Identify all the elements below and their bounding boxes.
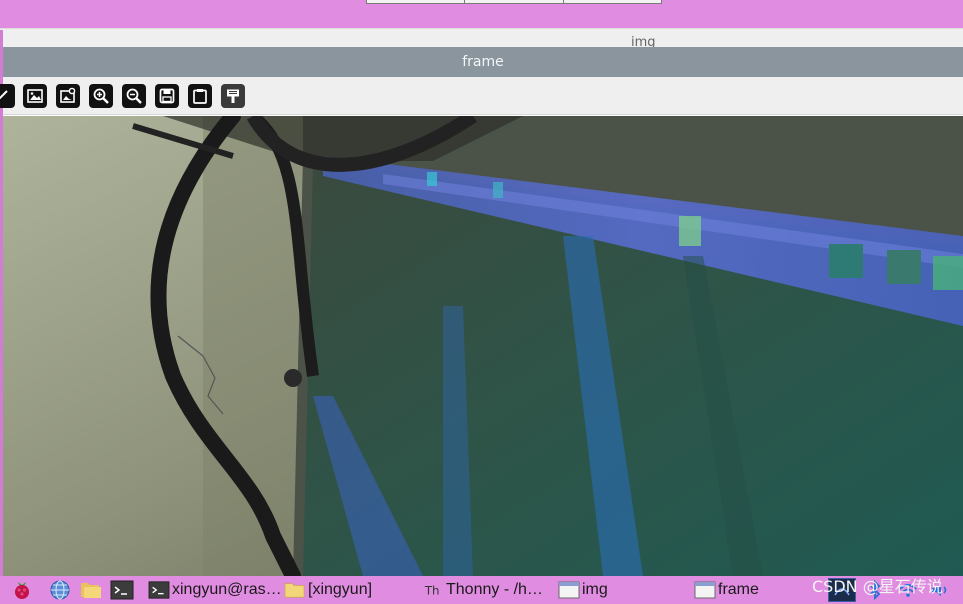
raspberry-menu-icon xyxy=(15,582,29,599)
window-titlebar[interactable]: frame xyxy=(3,47,963,77)
window-icon xyxy=(694,581,716,599)
zoom-out-icon xyxy=(126,88,142,104)
image-button[interactable] xyxy=(23,84,47,108)
pan-button[interactable] xyxy=(0,84,15,108)
save-icon xyxy=(159,88,175,104)
task-file-manager[interactable]: [xingyun] xyxy=(284,576,372,604)
camera-frame-image[interactable] xyxy=(3,116,963,576)
svg-text:Th: Th xyxy=(424,584,440,598)
web-browser-icon xyxy=(50,580,70,600)
task-frame-window[interactable]: frame xyxy=(694,576,759,604)
camera-photo xyxy=(3,116,963,576)
watermark-text: CSDN @星石传说 xyxy=(812,577,943,596)
task-img-label: img xyxy=(582,581,608,598)
zoom-out-button[interactable] xyxy=(122,84,146,108)
properties-button[interactable] xyxy=(221,84,245,108)
pan-icon xyxy=(0,90,8,100)
window-title: frame xyxy=(462,54,504,70)
terminal-launcher-button[interactable] xyxy=(109,578,135,602)
background-window-tabs xyxy=(366,0,662,4)
save-button[interactable] xyxy=(155,84,179,108)
task-terminal-label: xingyun@ras… xyxy=(172,581,282,598)
task-file-manager-label: [xingyun] xyxy=(308,581,373,598)
clipboard-icon xyxy=(193,89,207,104)
image-toolbar xyxy=(0,77,963,115)
zoom-in-icon xyxy=(93,88,109,104)
image-icon xyxy=(27,89,43,103)
clipboard-button[interactable] xyxy=(188,84,212,108)
task-terminal[interactable]: xingyun@ras… xyxy=(148,576,282,604)
thonny-icon: Th xyxy=(424,584,440,598)
task-img-window[interactable]: img xyxy=(558,576,608,604)
web-browser-button[interactable] xyxy=(47,578,73,602)
window-icon xyxy=(558,581,580,599)
background-window-titlebar[interactable]: img xyxy=(0,28,963,50)
folder-icon xyxy=(284,583,305,598)
file-manager-icon xyxy=(81,583,101,598)
task-frame-label: frame xyxy=(718,581,759,598)
task-thonny[interactable]: Th Thonny - /h… xyxy=(422,576,543,604)
file-manager-button[interactable] xyxy=(78,578,104,602)
zoom-in-button[interactable] xyxy=(89,84,113,108)
image-settings-button[interactable] xyxy=(56,84,80,108)
terminal-icon xyxy=(110,580,134,600)
task-thonny-label: Thonny - /h… xyxy=(446,581,543,598)
terminal-icon xyxy=(148,581,170,599)
image-settings-icon xyxy=(60,87,76,103)
properties-icon xyxy=(227,89,239,103)
raspberry-menu-button[interactable] xyxy=(9,578,35,602)
background-window-header xyxy=(0,0,963,30)
